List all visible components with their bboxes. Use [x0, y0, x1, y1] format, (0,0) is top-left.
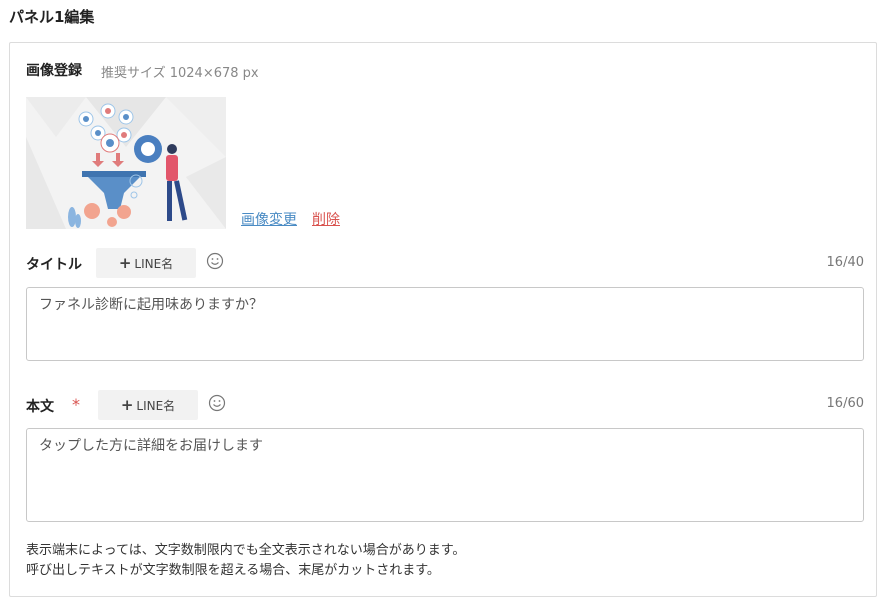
note-line-2: 呼び出しテキストが文字数制限を超える場合、末尾がカットされます。	[26, 563, 440, 578]
title-text-area[interactable]: ファネル診断に起用味ありますか？	[26, 287, 864, 361]
panel-image-thumbnail	[26, 97, 226, 229]
line-name-button-label: LINE名	[136, 398, 176, 413]
notes: 表示端末によっては、文字数制限内でも全文表示されない場合があります。 呼び出しテ…	[26, 541, 465, 581]
title-insert-line-name-button[interactable]: + LINE名	[96, 248, 196, 278]
delete-image-link[interactable]: 削除	[312, 209, 340, 229]
required-mark: *	[72, 395, 80, 414]
plus-icon: +	[118, 254, 132, 272]
title-char-counter: 16/40	[826, 255, 864, 270]
title-field-label: タイトル	[26, 257, 82, 273]
body-char-counter: 16/60	[826, 396, 864, 411]
recommended-size-hint: 推奨サイズ 1024×678 px	[101, 66, 259, 81]
body-text-area[interactable]: タップした方に詳細をお届けします	[26, 428, 864, 522]
line-name-button-label: LINE名	[134, 256, 174, 271]
smiley-emoji-icon[interactable]	[206, 252, 224, 270]
note-line-1: 表示端末によっては、文字数制限内でも全文表示されない場合があります。	[26, 543, 466, 558]
plus-icon: +	[120, 396, 134, 414]
image-section-label: 画像登録	[26, 63, 82, 79]
page-title: パネル1編集	[9, 8, 95, 26]
smiley-emoji-icon[interactable]	[208, 394, 226, 412]
funnel-illustration	[26, 97, 226, 229]
panel-edit-form: 画像登録 推奨サイズ 1024×678 px 画像変更 削除 タイトル + LI…	[9, 42, 877, 597]
body-field-label: 本文	[26, 399, 54, 415]
change-image-link[interactable]: 画像変更	[241, 209, 297, 229]
body-insert-line-name-button[interactable]: + LINE名	[98, 390, 198, 420]
